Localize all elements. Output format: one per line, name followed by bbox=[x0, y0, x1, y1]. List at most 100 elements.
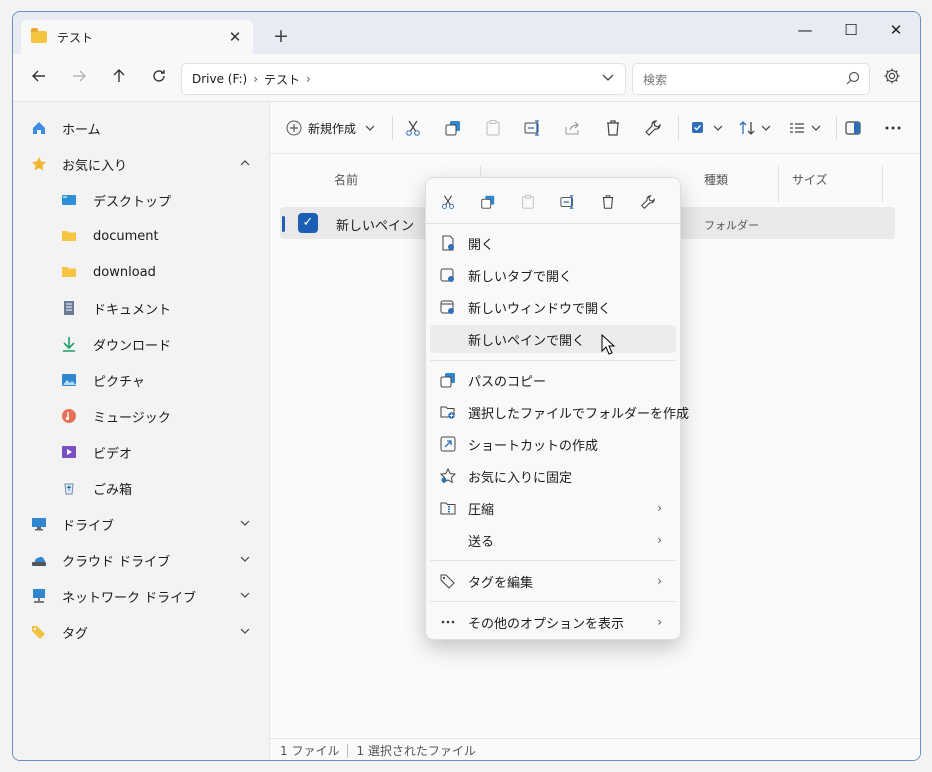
context-menu: 開く 新しいタブで開く 新しいウィンドウで開く 新しいペインで開く パスのコピー… bbox=[425, 177, 689, 640]
sidebar-item-favorites[interactable]: お気に入り bbox=[13, 146, 269, 182]
ctx-edit-tags[interactable]: タグを編集 › bbox=[430, 567, 676, 595]
close-window-button[interactable]: ✕ bbox=[884, 18, 908, 42]
back-button[interactable] bbox=[26, 66, 52, 92]
address-dropdown-button[interactable] bbox=[601, 70, 615, 88]
address-bar[interactable]: Drive (F:) › テスト › bbox=[181, 63, 626, 95]
cut-button[interactable] bbox=[404, 115, 422, 141]
ctx-open[interactable]: 開く bbox=[430, 229, 676, 257]
sidebar-item-cloud-drives[interactable]: クラウド ドライブ bbox=[13, 542, 269, 578]
ctx-copy-path[interactable]: パスのコピー bbox=[430, 366, 676, 394]
column-header-size[interactable]: サイズ bbox=[792, 164, 828, 194]
paste-button[interactable] bbox=[484, 115, 502, 141]
checkbox-icon bbox=[692, 122, 703, 133]
more-options-button[interactable] bbox=[884, 115, 902, 141]
new-button[interactable]: 新規作成 bbox=[286, 115, 376, 141]
refresh-icon bbox=[153, 70, 165, 82]
ctx-paste-button[interactable] bbox=[517, 191, 539, 213]
ctx-more-options[interactable]: その他のオプションを表示 › bbox=[430, 608, 676, 636]
music-icon bbox=[62, 409, 76, 423]
sidebar-item-label: download bbox=[93, 264, 156, 280]
new-button-label: 新規作成 bbox=[308, 121, 357, 136]
share-icon bbox=[565, 121, 579, 135]
ctx-item-label: ショートカットの作成 bbox=[468, 438, 599, 454]
row-checkbox[interactable]: ✓ bbox=[298, 213, 318, 233]
breadcrumb-drive[interactable]: Drive (F:) bbox=[192, 72, 247, 86]
ctx-send-to[interactable]: 送る › bbox=[430, 526, 676, 554]
settings-button[interactable] bbox=[883, 67, 901, 89]
refresh-button[interactable] bbox=[146, 66, 172, 92]
sidebar-item-downloads[interactable]: ダウンロード bbox=[13, 326, 269, 362]
ctx-item-label: パスのコピー bbox=[468, 374, 547, 390]
ctx-pin-favorites[interactable]: お気に入りに固定 bbox=[430, 462, 676, 490]
sidebar-item-documents[interactable]: ドキュメント bbox=[13, 290, 269, 326]
sidebar-item-home[interactable]: ホーム bbox=[13, 110, 269, 146]
status-selected-count: 1 選択されたファイル bbox=[356, 744, 476, 758]
sort-button[interactable] bbox=[738, 115, 772, 141]
file-type: フォルダー bbox=[704, 219, 759, 232]
ctx-compress[interactable]: 圧縮 › bbox=[430, 494, 676, 522]
search-input[interactable]: 検索 bbox=[632, 63, 870, 95]
delete-button[interactable] bbox=[604, 115, 622, 141]
column-header-name[interactable]: 名前 bbox=[334, 164, 358, 194]
breadcrumb-separator: › bbox=[306, 72, 311, 86]
monitor-icon bbox=[32, 518, 46, 531]
file-name: 新しいペイン bbox=[336, 219, 415, 234]
column-divider[interactable] bbox=[882, 166, 883, 202]
share-button[interactable] bbox=[564, 115, 582, 141]
sidebar-item-recycle-bin[interactable]: ごみ箱 bbox=[13, 470, 269, 506]
new-tab-button[interactable]: + bbox=[269, 24, 293, 48]
column-header-type[interactable]: 種類 bbox=[704, 164, 728, 194]
tab-close-button[interactable]: ✕ bbox=[225, 27, 245, 47]
ctx-cut-button[interactable] bbox=[437, 191, 459, 213]
breadcrumb-folder[interactable]: テスト bbox=[264, 71, 300, 88]
separator bbox=[347, 743, 349, 758]
ctx-delete-button[interactable] bbox=[597, 191, 619, 213]
sidebar-item-label: デスクトップ bbox=[93, 194, 172, 210]
sidebar-item-desktop[interactable]: デスクトップ bbox=[13, 182, 269, 218]
maximize-button[interactable]: ☐ bbox=[839, 18, 863, 42]
chevron-down-icon[interactable] bbox=[239, 589, 251, 604]
sidebar-item-document-folder[interactable]: document bbox=[13, 218, 269, 254]
ctx-open-new-window[interactable]: 新しいウィンドウで開く bbox=[430, 293, 676, 321]
shortcut-icon bbox=[440, 436, 456, 452]
star-pin-icon bbox=[440, 468, 456, 484]
forward-button[interactable] bbox=[66, 66, 92, 92]
preview-pane-button[interactable] bbox=[844, 115, 862, 141]
selection-indicator bbox=[282, 216, 285, 232]
sidebar-item-music[interactable]: ミュージック bbox=[13, 398, 269, 434]
chevron-down-icon bbox=[365, 125, 375, 131]
sidebar-item-drives[interactable]: ドライブ bbox=[13, 506, 269, 542]
column-divider[interactable] bbox=[778, 166, 779, 202]
up-button[interactable] bbox=[106, 66, 132, 92]
sidebar-item-label: ピクチャ bbox=[93, 374, 145, 390]
ctx-create-shortcut[interactable]: ショートカットの作成 bbox=[430, 430, 676, 458]
ctx-create-folder-from-selection[interactable]: 選択したファイルでフォルダーを作成 bbox=[430, 398, 689, 426]
tab-test[interactable]: テスト ✕ bbox=[21, 20, 253, 54]
chevron-down-icon[interactable] bbox=[239, 625, 251, 640]
ctx-open-new-pane[interactable]: 新しいペインで開く bbox=[430, 325, 676, 353]
chevron-down-icon[interactable] bbox=[239, 517, 251, 532]
layout-button[interactable] bbox=[788, 115, 822, 141]
trash-icon bbox=[602, 195, 614, 209]
sidebar-item-videos[interactable]: ビデオ bbox=[13, 434, 269, 470]
properties-button[interactable] bbox=[644, 115, 662, 141]
copy-path-icon bbox=[440, 373, 455, 388]
minimize-button[interactable]: — bbox=[793, 18, 817, 42]
sidebar-item-tags[interactable]: タグ bbox=[13, 614, 269, 650]
ctx-rename-button[interactable] bbox=[557, 191, 579, 213]
ctx-open-new-tab[interactable]: 新しいタブで開く bbox=[430, 261, 676, 289]
new-tab-icon bbox=[440, 268, 454, 282]
select-button[interactable] bbox=[690, 115, 724, 141]
sidebar-item-pictures[interactable]: ピクチャ bbox=[13, 362, 269, 398]
chevron-down-icon bbox=[602, 74, 614, 81]
title-bar: テスト ✕ + — ☐ ✕ bbox=[13, 12, 920, 54]
sidebar-item-download-folder[interactable]: download bbox=[13, 254, 269, 290]
copy-button[interactable] bbox=[444, 115, 462, 141]
ctx-properties-button[interactable] bbox=[637, 191, 659, 213]
ctx-copy-button[interactable] bbox=[477, 191, 499, 213]
sidebar-item-network-drives[interactable]: ネットワーク ドライブ bbox=[13, 578, 269, 614]
chevron-down-icon[interactable] bbox=[239, 553, 251, 568]
chevron-up-icon[interactable] bbox=[239, 157, 251, 172]
chevron-right-icon: › bbox=[657, 533, 662, 547]
rename-button[interactable] bbox=[524, 115, 542, 141]
